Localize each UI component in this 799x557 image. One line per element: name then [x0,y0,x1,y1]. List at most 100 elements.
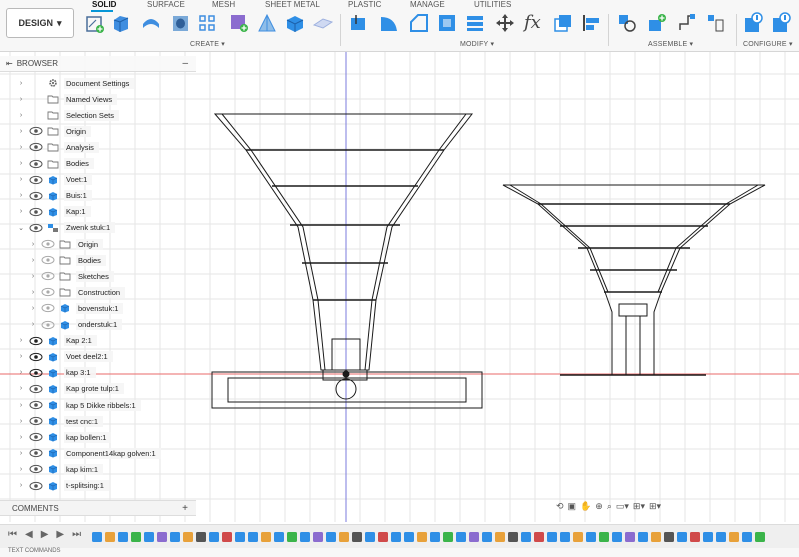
timeline-feature-icon[interactable] [625,532,635,542]
add-comment-icon[interactable]: + [182,503,188,514]
chamfer-icon[interactable] [408,12,430,34]
as-built-joint-icon[interactable] [646,12,668,34]
timeline-feature-icon[interactable] [170,532,180,542]
text-commands-bar[interactable]: TEXT COMMANDS [0,548,799,557]
fit-icon[interactable]: ⌕ [607,501,612,512]
timeline-feature-icon[interactable] [651,532,661,542]
timeline-feature-icon[interactable] [326,532,336,542]
browser-item[interactable]: › bovenstuk:1 [28,301,124,315]
chevron-right-icon[interactable]: › [16,128,26,135]
timeline-features[interactable] [92,529,792,545]
align-icon[interactable] [580,12,602,34]
timeline-feature-icon[interactable] [378,532,388,542]
visibility-eye-icon[interactable] [29,400,43,410]
rectangular-pattern-icon[interactable] [196,12,218,34]
timeline-feature-icon[interactable] [716,532,726,542]
browser-item[interactable]: › Bodies [16,157,94,171]
browser-item[interactable]: › Origin [16,124,92,138]
timeline-feature-icon[interactable] [222,532,232,542]
fillet-icon[interactable] [378,12,400,34]
browser-item[interactable]: › Construction [28,285,126,299]
viewports-icon[interactable]: ⊞▾ [649,501,661,512]
timeline-feature-icon[interactable] [560,532,570,542]
timeline-feature-icon[interactable] [690,532,700,542]
timeline-feature-icon[interactable] [131,532,141,542]
timeline-feature-icon[interactable] [144,532,154,542]
chevron-right-icon[interactable]: › [28,289,38,296]
joint-icon[interactable] [616,12,638,34]
tab-manage[interactable]: MANAGE [410,0,445,9]
browser-item[interactable]: › Kap:1 [16,205,91,219]
timeline-feature-icon[interactable] [430,532,440,542]
extrude-icon[interactable] [110,12,132,34]
go-to-start-icon[interactable]: ⏮ [8,529,17,540]
grid-settings-icon[interactable]: ⊞▾ [633,501,645,512]
browser-item[interactable]: › Sketches [28,269,114,283]
rigid-group-icon[interactable] [704,12,726,34]
timeline-feature-icon[interactable] [248,532,258,542]
move-copy-icon[interactable] [494,12,516,34]
chevron-right-icon[interactable]: › [16,112,26,119]
timeline-feature-icon[interactable] [365,532,375,542]
browser-item[interactable]: ⌄ Zwenk stuk:1 [16,221,116,235]
visibility-eye-icon[interactable] [29,142,43,152]
timeline-feature-icon[interactable] [105,532,115,542]
chevron-right-icon[interactable]: › [16,402,26,409]
visibility-eye-icon[interactable] [29,384,43,394]
tab-utilities[interactable]: UTILITIES [474,0,511,9]
browser-item[interactable]: › kap bollen:1 [16,430,112,444]
timeline-feature-icon[interactable] [521,532,531,542]
hole-icon[interactable] [170,12,192,34]
timeline-feature-icon[interactable] [196,532,206,542]
timeline-feature-icon[interactable] [417,532,427,542]
browser-item[interactable]: › Named Views [16,92,118,106]
workspace-switcher[interactable]: DESIGN ▾ [6,8,74,38]
press-pull-icon[interactable] [348,12,370,34]
timeline-feature-icon[interactable] [599,532,609,542]
configure-table-icon[interactable] [742,12,764,34]
timeline-feature-icon[interactable] [287,532,297,542]
step-back-icon[interactable]: ◀ [25,529,33,540]
timeline-feature-icon[interactable] [482,532,492,542]
timeline-feature-icon[interactable] [703,532,713,542]
look-at-icon[interactable]: ▣ [568,501,577,512]
chevron-right-icon[interactable]: › [16,369,26,376]
chevron-right-icon[interactable]: › [16,176,26,183]
visibility-eye-icon[interactable] [29,336,43,346]
tab-solid[interactable]: SOLID [92,0,116,9]
visibility-eye-icon[interactable] [29,416,43,426]
timeline-feature-icon[interactable] [638,532,648,542]
chevron-right-icon[interactable]: › [28,273,38,280]
browser-item[interactable]: › kap 3:1 [16,366,96,380]
timeline-feature-icon[interactable] [183,532,193,542]
browser-item[interactable]: › test cnc:1 [16,414,104,428]
visibility-eye-icon[interactable] [41,271,55,281]
chevron-right-icon[interactable]: › [16,434,26,441]
timeline-feature-icon[interactable] [495,532,505,542]
timeline-feature-icon[interactable] [729,532,739,542]
timeline-feature-icon[interactable] [755,532,765,542]
visibility-eye-icon[interactable] [29,223,43,233]
timeline-feature-icon[interactable] [547,532,557,542]
comments-panel[interactable]: COMMENTS + [0,500,196,516]
modify-group-label[interactable]: MODIFY ▾ [460,40,494,48]
configure-group-label[interactable]: CONFIGURE ▾ [743,40,793,48]
visibility-eye-icon[interactable] [29,126,43,136]
lamp-tall[interactable] [211,113,483,409]
timeline-feature-icon[interactable] [456,532,466,542]
visibility-eye-icon[interactable] [29,352,43,362]
browser-item[interactable]: › kap kim:1 [16,462,104,476]
browser-item[interactable]: › Origin [28,237,104,251]
timeline-feature-icon[interactable] [209,532,219,542]
visibility-eye-icon[interactable] [41,303,55,313]
timeline-feature-icon[interactable] [313,532,323,542]
tab-sheet-metal[interactable]: SHEET METAL [265,0,320,9]
assemble-group-label[interactable]: ASSEMBLE ▾ [648,40,693,48]
chevron-right-icon[interactable]: › [28,257,38,264]
timeline-feature-icon[interactable] [404,532,414,542]
timeline-feature-icon[interactable] [443,532,453,542]
timeline-feature-icon[interactable] [664,532,674,542]
timeline-feature-icon[interactable] [235,532,245,542]
visibility-eye-icon[interactable] [29,368,43,378]
new-component-icon[interactable] [228,12,250,34]
